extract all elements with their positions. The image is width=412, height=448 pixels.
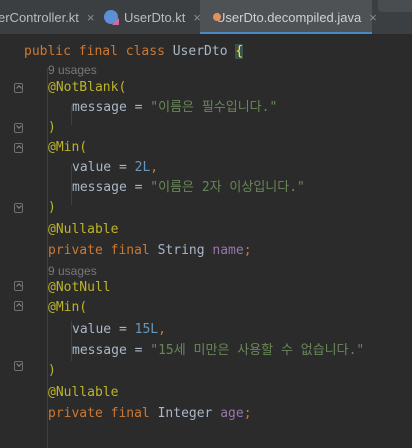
code-line-field-age: private final Integer age; — [48, 406, 252, 421]
window-corner-widget — [378, 0, 412, 12]
kotlin-file-icon — [104, 10, 118, 24]
code-line-message: message = "15세 미만은 사용할 수 없습니다." — [72, 343, 365, 358]
code-line-annotation-nullable: @Nullable — [48, 222, 119, 237]
tab-label: erController.kt — [0, 9, 79, 25]
code-line-annotation-min: @Min( — [48, 140, 88, 155]
tab-user-controller[interactable]: erController.kt × — [0, 0, 95, 34]
matched-brace: { — [235, 44, 244, 59]
close-icon[interactable]: × — [87, 10, 95, 25]
code-line-value: value = 2L, — [72, 160, 159, 175]
fold-collapse-icon[interactable] — [14, 281, 23, 291]
fold-collapse-icon[interactable] — [14, 301, 23, 311]
code-line-annotation-min: @Min( — [48, 300, 88, 315]
fold-collapse-icon[interactable] — [14, 83, 23, 93]
tab-userdto-kt[interactable]: UserDto.kt × — [104, 0, 201, 34]
code-line-close-paren: ) — [48, 120, 56, 135]
code-editor[interactable]: public final class UserDto { 9 usages @N… — [0, 35, 412, 448]
fold-expand-icon[interactable] — [14, 361, 23, 371]
fold-collapse-icon[interactable] — [14, 143, 23, 153]
code-line-annotation-nullable: @Nullable — [48, 385, 119, 400]
code-line-message: message = "이름은 필수입니다." — [72, 100, 278, 115]
code-line-message: message = "이름은 2자 이상입니다." — [72, 180, 305, 195]
code-line-annotation-notnull: @NotNull — [48, 280, 111, 295]
fold-expand-icon[interactable] — [14, 123, 23, 133]
code-line-field-name: private final String name; — [48, 243, 252, 258]
editor-tab-bar: erController.kt × UserDto.kt × UserDto.d… — [0, 0, 412, 35]
tab-label: UserDto.decompiled.java — [216, 9, 362, 25]
code-line-close-paren: ) — [48, 363, 56, 378]
code-line-annotation-notblank: @NotBlank( — [48, 80, 127, 95]
code-line-value: value = 15L, — [72, 322, 166, 337]
tab-label: UserDto.kt — [124, 9, 186, 25]
code-line-close-paren: ) — [48, 200, 56, 215]
code-line-class-declaration: public final class UserDto { — [24, 44, 244, 59]
active-tab-indicator — [200, 32, 372, 34]
usages-hint[interactable]: 9 usages — [48, 61, 412, 79]
close-icon[interactable]: × — [369, 10, 377, 25]
tab-userdto-decompiled[interactable]: UserDto.decompiled.java × — [200, 0, 377, 34]
fold-expand-icon[interactable] — [14, 203, 23, 213]
